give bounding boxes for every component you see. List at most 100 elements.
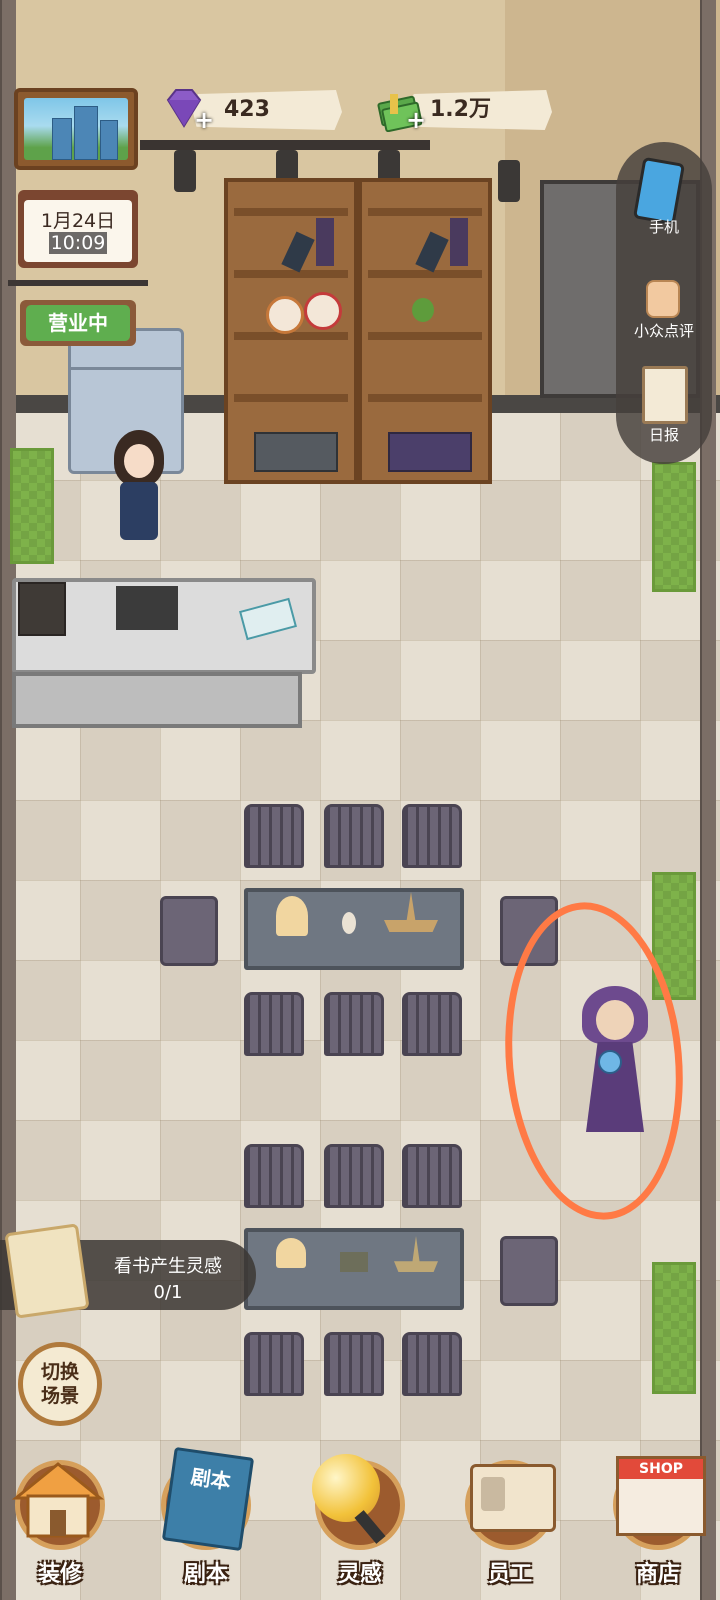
building-thumbnail[interactable]: [14, 88, 138, 170]
nav-script-label: 剧本: [183, 1562, 228, 1587]
phone-icon: [632, 156, 686, 226]
money-counter[interactable]: 1.2万: [408, 90, 552, 130]
quest-progress: 0/1: [153, 1282, 183, 1303]
bookshelf-left[interactable]: [224, 178, 358, 484]
chair[interactable]: [244, 1332, 304, 1396]
side-menu: 手机 小众点评 日报: [616, 142, 712, 464]
sign-rod: [8, 280, 148, 286]
book: [340, 1252, 368, 1272]
chair[interactable]: [324, 804, 384, 868]
gems-value: 423: [224, 97, 270, 122]
nav-decorate-label: 装修: [37, 1562, 82, 1587]
right-hedge-1: [652, 462, 696, 592]
plate: [304, 292, 342, 330]
nav-inspiration[interactable]: 灵感: [300, 1454, 420, 1590]
table-lamp: [276, 1238, 306, 1268]
chair[interactable]: [402, 804, 462, 868]
phone-button[interactable]: 手机: [616, 156, 712, 240]
nav-decorate[interactable]: 装修: [0, 1460, 120, 1590]
tower: [100, 120, 118, 160]
house-icon: [11, 1462, 105, 1538]
book: [281, 231, 315, 273]
receptionist-face: [124, 444, 154, 478]
left-wall: [0, 0, 16, 1600]
calendar-date: 1月24日: [40, 210, 116, 232]
book-stack: [254, 432, 338, 472]
switch-scene-label: 切换场景: [40, 1361, 79, 1407]
chair[interactable]: [402, 992, 462, 1056]
qr-code-stand: [239, 597, 297, 641]
scroll-icon: [4, 1223, 90, 1319]
chair[interactable]: [324, 1332, 384, 1396]
ship-model: [384, 892, 438, 932]
nav-staff[interactable]: 员工: [450, 1460, 570, 1590]
menu-book: [116, 586, 178, 630]
reading-table[interactable]: [244, 1228, 464, 1310]
gems-counter[interactable]: 423: [192, 90, 342, 130]
building-image: [24, 98, 128, 160]
thumbs-up-icon: [646, 280, 680, 318]
book: [316, 218, 334, 266]
open-status-sign[interactable]: 营业中: [20, 300, 136, 346]
nav-script[interactable]: 剧本 剧本: [146, 1446, 266, 1590]
chair[interactable]: [244, 992, 304, 1056]
chair[interactable]: [402, 1332, 462, 1396]
chair[interactable]: [402, 1144, 462, 1208]
book: [415, 231, 449, 273]
chair[interactable]: [324, 1144, 384, 1208]
shop-icon: SHOP: [616, 1456, 706, 1536]
add-money-button[interactable]: +: [406, 106, 426, 134]
book-stack: [388, 432, 472, 472]
open-status-label: 营业中: [26, 305, 130, 341]
chair[interactable]: [500, 1236, 558, 1306]
reviews-button[interactable]: 小众点评: [616, 260, 712, 346]
shelf-board: [368, 394, 482, 402]
switch-scene-button[interactable]: 切换场景: [18, 1342, 102, 1426]
id-badge-icon: [470, 1464, 556, 1532]
calendar-face: 1月24日 10:09: [24, 200, 132, 262]
shelf-board: [234, 208, 348, 216]
calendar-time: 10:09: [48, 232, 108, 254]
receptionist-suit: [120, 482, 158, 540]
chair[interactable]: [244, 804, 304, 868]
clipboard-icon: [642, 366, 688, 424]
nav-shop[interactable]: SHOP 商店: [598, 1456, 718, 1590]
shelf-board: [368, 208, 482, 216]
daily-report-button[interactable]: 日报: [616, 360, 712, 450]
shelf-board: [368, 332, 482, 340]
reception-counter[interactable]: [12, 578, 316, 674]
vase: [342, 912, 356, 934]
phone-label: 手机: [648, 218, 679, 236]
right-hedge-3: [652, 1262, 696, 1394]
add-gems-button[interactable]: +: [194, 106, 214, 134]
receptionist[interactable]: [108, 430, 170, 564]
spotlight: [498, 160, 520, 202]
photo-frame: [18, 582, 66, 636]
tower: [74, 106, 98, 160]
light-track: [140, 140, 430, 150]
calendar-widget: 1月24日 10:09: [18, 190, 138, 268]
ship-model: [394, 1236, 438, 1272]
quest-title: 看书产生灵感: [114, 1256, 222, 1277]
nav-staff-label: 员工: [487, 1562, 532, 1587]
badge-photo: [481, 1477, 505, 1511]
bookshelf-right[interactable]: [358, 178, 492, 484]
book: [450, 218, 468, 266]
counter-front: [12, 672, 302, 728]
shelf-board: [234, 394, 348, 402]
shelf-board: [234, 332, 348, 340]
chair[interactable]: [160, 896, 218, 966]
script-book-icon: 剧本: [161, 1446, 255, 1552]
left-hedge: [10, 448, 54, 564]
nav-inspiration-label: 灵感: [337, 1562, 382, 1587]
reading-table[interactable]: [244, 888, 464, 970]
spotlight: [174, 150, 196, 192]
script-book-title: 剧本: [189, 1464, 233, 1494]
tower: [52, 118, 72, 160]
calendar-time-row: 10:09: [24, 232, 132, 254]
daily-report-label: 日报: [648, 426, 679, 444]
chair[interactable]: [244, 1144, 304, 1208]
chair[interactable]: [324, 992, 384, 1056]
potted-plant: [412, 298, 434, 322]
nav-shop-label: 商店: [635, 1562, 680, 1587]
